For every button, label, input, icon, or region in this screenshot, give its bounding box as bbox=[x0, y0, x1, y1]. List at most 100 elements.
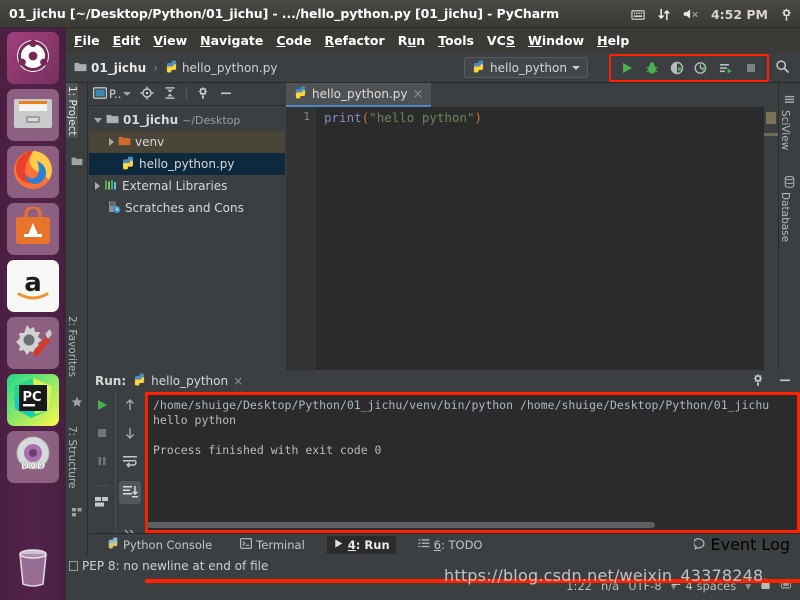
profile-clock-icon[interactable] bbox=[692, 59, 710, 77]
clock[interactable]: 4:52 PM bbox=[711, 7, 768, 22]
dock-item-amazon[interactable]: a bbox=[7, 260, 59, 312]
menu-item-run[interactable]: Run bbox=[398, 33, 425, 48]
dock-item-files[interactable] bbox=[7, 89, 59, 141]
python-icon bbox=[133, 373, 146, 389]
network-updown-icon[interactable] bbox=[657, 7, 671, 22]
keyboard-icon[interactable] bbox=[631, 7, 646, 22]
tree-item-hello-python[interactable]: hello_python.py bbox=[89, 153, 285, 175]
pycharm-window: File Edit View Navigate Code Refactor Ru… bbox=[66, 28, 800, 600]
collapse-all-icon[interactable] bbox=[163, 85, 177, 104]
tab-label: 4: Run bbox=[347, 537, 390, 552]
project-view-label: P.. bbox=[109, 87, 122, 101]
scroll-end-icon[interactable] bbox=[118, 481, 141, 504]
chevron-down-icon[interactable] bbox=[94, 117, 102, 123]
arrow-up-icon[interactable] bbox=[123, 397, 137, 416]
dock-item-firefox[interactable] bbox=[7, 146, 59, 198]
sidebar-item-label: Database bbox=[779, 192, 791, 243]
minimize-icon[interactable] bbox=[778, 372, 792, 391]
tab-label: Terminal bbox=[256, 537, 305, 552]
run-play-icon[interactable] bbox=[95, 397, 109, 416]
run-play-icon[interactable] bbox=[618, 59, 636, 77]
pause-icon[interactable] bbox=[95, 453, 109, 472]
stop-square-icon[interactable] bbox=[742, 59, 760, 77]
project-toolbar: P.. bbox=[89, 83, 285, 106]
project-tree: 01_jichu ~/Desktop venv hello_python.py … bbox=[89, 106, 285, 219]
gear-icon[interactable] bbox=[751, 372, 765, 391]
tree-item-external-libraries[interactable]: External Libraries bbox=[89, 175, 285, 197]
sidebar-item-sciview[interactable]: SciView bbox=[779, 107, 791, 153]
file-manager-icon bbox=[12, 95, 54, 135]
chevron-right-icon[interactable] bbox=[95, 182, 100, 190]
run-console[interactable]: /home/shuige/Desktop/Python/01_jichu/ven… bbox=[145, 392, 800, 533]
scrollbar-thumb[interactable] bbox=[766, 112, 776, 124]
coverage-icon[interactable] bbox=[668, 59, 686, 77]
token-string: "hello python" bbox=[369, 110, 475, 125]
menu-item-tools[interactable]: Tools bbox=[438, 33, 474, 48]
layout-icon[interactable] bbox=[94, 485, 110, 512]
volume-muted-icon[interactable] bbox=[682, 7, 700, 21]
wrap-icon[interactable] bbox=[122, 453, 138, 472]
run-list-icon[interactable] bbox=[717, 59, 735, 77]
close-icon[interactable]: × bbox=[413, 87, 424, 102]
dock-item-pycharm[interactable]: PC bbox=[7, 374, 59, 426]
arrow-down-icon[interactable] bbox=[123, 425, 137, 444]
dock-item-system-settings[interactable] bbox=[7, 317, 59, 369]
menu-item-vcs[interactable]: VCS bbox=[487, 33, 515, 48]
run-side-toolbar-secondary bbox=[115, 392, 143, 537]
event-log-button[interactable]: Event Log bbox=[692, 535, 790, 554]
scrollbar-marker bbox=[764, 133, 778, 136]
amazon-icon: a bbox=[11, 264, 55, 308]
tree-item-scratches[interactable]: Scratches and Cons bbox=[89, 197, 285, 219]
run-configuration-selector[interactable]: hello_python bbox=[464, 57, 588, 78]
search-icon[interactable] bbox=[775, 59, 790, 78]
run-tab-hello-python[interactable]: hello_python × bbox=[133, 373, 243, 389]
stop-square-icon[interactable] bbox=[95, 425, 109, 444]
editor-tab-hello-python[interactable]: hello_python.py × bbox=[286, 83, 432, 107]
menu-item-window[interactable]: Window bbox=[528, 33, 584, 48]
sidebar-item-label: 2: Favorites bbox=[66, 316, 78, 377]
tab-todo[interactable]: 6: TODO bbox=[412, 536, 489, 554]
debug-bug-icon[interactable] bbox=[643, 59, 661, 77]
breadcrumb: 01_jichu › hello_python.py bbox=[74, 60, 277, 76]
terminal-icon bbox=[240, 537, 253, 552]
close-icon[interactable]: × bbox=[233, 374, 243, 388]
project-view-selector[interactable]: P.. bbox=[92, 86, 132, 102]
structure-icon bbox=[71, 503, 83, 517]
dock-item-ubuntu-software[interactable] bbox=[7, 203, 59, 255]
dock-item-dvd[interactable]: DVD bbox=[7, 431, 59, 483]
menu-item-refactor[interactable]: Refactor bbox=[325, 33, 385, 48]
tree-item-venv[interactable]: venv bbox=[89, 131, 285, 153]
menu-item-navigate[interactable]: Navigate bbox=[200, 33, 263, 48]
tab-terminal[interactable]: Terminal bbox=[234, 536, 311, 554]
system-gear-icon[interactable] bbox=[779, 7, 794, 22]
project-window-icon bbox=[92, 86, 108, 102]
gear-icon[interactable] bbox=[196, 85, 210, 104]
breadcrumb-file[interactable]: hello_python.py bbox=[182, 61, 278, 75]
inspection-box-icon[interactable] bbox=[69, 561, 78, 571]
tab-python-console[interactable]: Python Console bbox=[101, 535, 218, 554]
tree-item-01-jichu[interactable]: 01_jichu ~/Desktop bbox=[89, 109, 285, 131]
chevron-right-icon[interactable] bbox=[109, 138, 114, 146]
menu-item-help[interactable]: Help bbox=[597, 33, 629, 48]
ubuntu-logo-icon bbox=[13, 36, 53, 80]
menu-item-edit[interactable]: Edit bbox=[113, 33, 141, 48]
console-horizontal-scrollbar[interactable] bbox=[147, 522, 655, 528]
tree-item-label: venv bbox=[135, 135, 165, 149]
locate-target-icon[interactable] bbox=[140, 85, 154, 104]
grid-icon bbox=[784, 91, 796, 103]
menu-item-view[interactable]: View bbox=[153, 33, 187, 48]
svg-text:DVD: DVD bbox=[21, 461, 45, 472]
dock-item-ubuntu-dash[interactable] bbox=[7, 32, 59, 84]
menu-item-file[interactable]: File bbox=[74, 33, 100, 48]
token-close-paren: ) bbox=[474, 110, 483, 125]
dock-item-trash[interactable] bbox=[7, 543, 59, 595]
minimize-icon[interactable] bbox=[219, 85, 233, 104]
sidebar-item-project[interactable]: 1: Project bbox=[66, 83, 78, 139]
sidebar-item-favorites[interactable]: 2: Favorites bbox=[66, 313, 78, 380]
tab-run[interactable]: 4: Run bbox=[326, 535, 396, 554]
menu-item-code[interactable]: Code bbox=[276, 33, 311, 48]
sidebar-item-structure[interactable]: 7: Structure bbox=[66, 423, 78, 491]
python-console-icon bbox=[107, 537, 119, 552]
breadcrumb-project[interactable]: 01_jichu bbox=[91, 61, 146, 75]
sidebar-item-database[interactable]: Database bbox=[779, 189, 791, 245]
